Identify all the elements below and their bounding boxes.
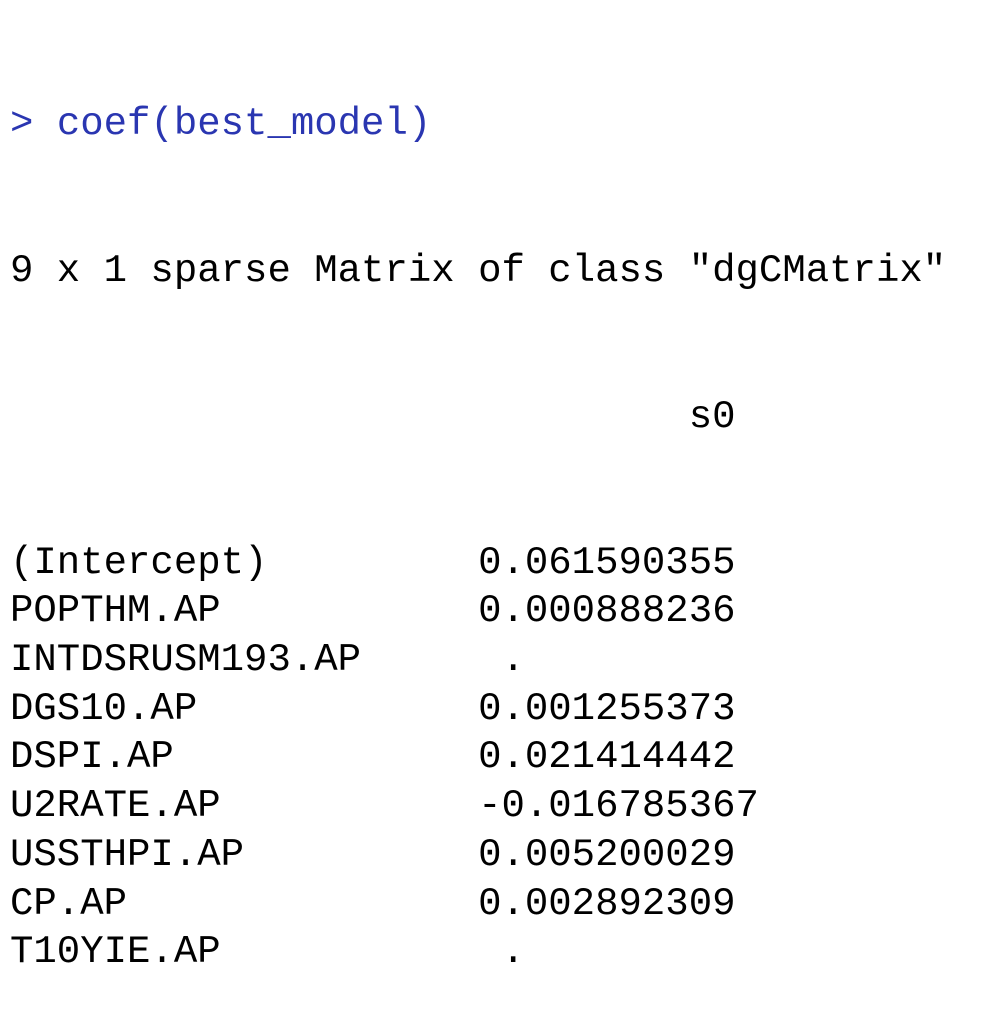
matrix-row-value: 0.061590355 [478,540,736,585]
matrix-header: 9 x 1 sparse Matrix of class "dgCMatrix" [10,248,947,293]
matrix-row: U2RATE.AP -0.016785367 [10,782,946,831]
matrix-row-name: DGS10.AP [10,686,198,731]
matrix-row: INTDSRUSM193.AP . [10,636,946,685]
matrix-row: POPTHM.AP 0.000888236 [10,587,946,636]
matrix-row-name: U2RATE.AP [10,784,221,829]
matrix-column-header: s0 [688,394,736,439]
r-console-output[interactable]: > coef(best_model) 9 x 1 sparse Matrix o… [10,3,946,1026]
matrix-row-value: 0.021414442 [478,735,736,780]
matrix-row: DSPI.AP 0.021414442 [10,733,946,782]
matrix-row-value: 0.005200029 [478,832,736,877]
command-line: > coef(best_model) [10,100,946,149]
matrix-row-name: DSPI.AP [10,735,174,780]
matrix-row-value: 0.000888236 [478,589,736,634]
matrix-row-name: CP.AP [10,881,128,926]
matrix-row-name: T10YIE.AP [10,930,221,975]
matrix-row: USSTHPI.AP 0.005200029 [10,831,946,880]
matrix-row-name: POPTHM.AP [10,589,221,634]
matrix-row-value: 0.001255373 [478,686,736,731]
matrix-row: T10YIE.AP . [10,928,946,977]
console-prompt: > [10,102,57,147]
matrix-rows: (Intercept) 0.061590355 POPTHM.AP 0.0008882… [10,539,946,977]
matrix-row: DGS10.AP 0.001255373 [10,685,946,734]
console-command: coef(best_model) [56,102,432,147]
matrix-row: (Intercept) 0.061590355 [10,539,946,588]
matrix-row: CP.AP 0.002892309 [10,880,946,929]
matrix-row-value: . [478,930,525,975]
matrix-row-value: 0.002892309 [478,881,736,926]
matrix-row-name: INTDSRUSM193.AP [10,638,362,683]
matrix-row-value: . [478,638,525,683]
matrix-row-value: -0.016785367 [478,784,759,829]
matrix-row-name: USSTHPI.AP [10,832,245,877]
matrix-row-name: (Intercept) [10,540,268,585]
matrix-column-header-row: s0 [10,393,946,442]
